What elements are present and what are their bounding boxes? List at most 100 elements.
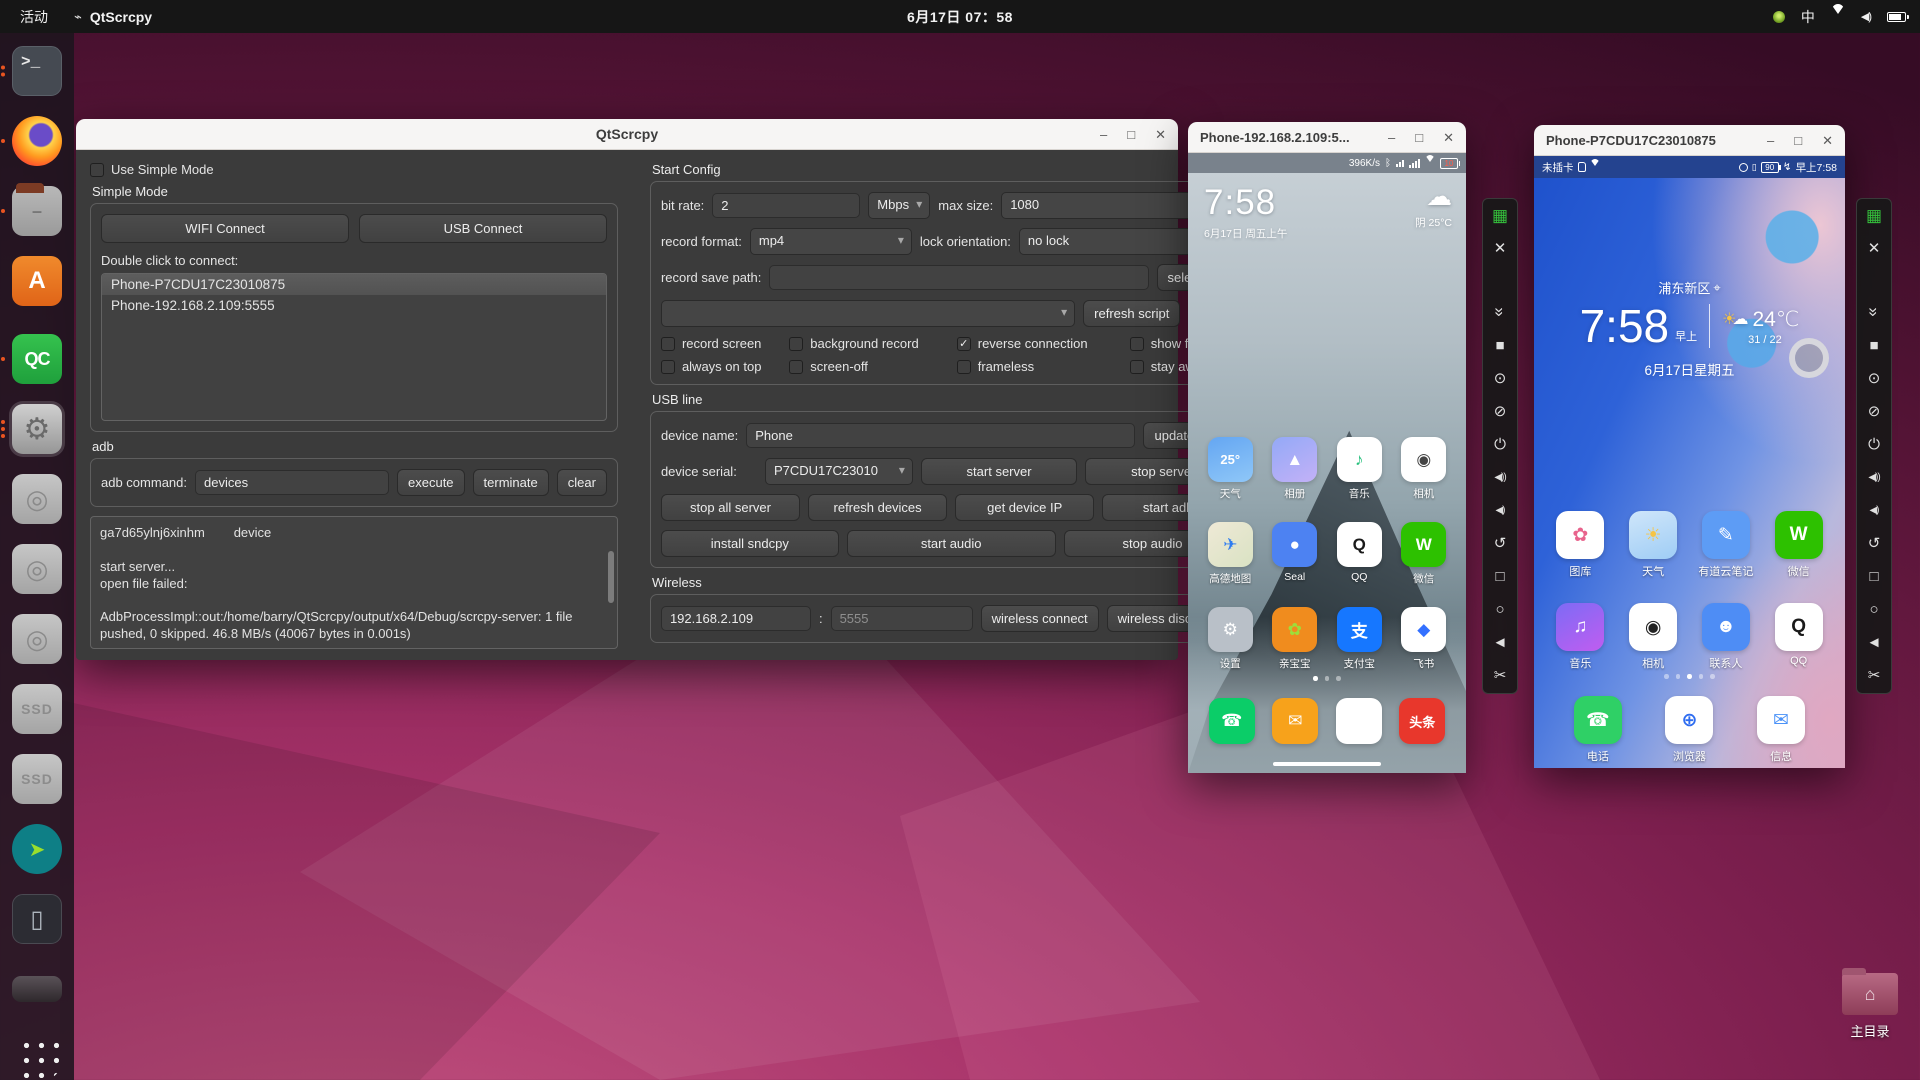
show-screen-icon[interactable]: ⊙	[1868, 371, 1881, 387]
background record[interactable]: background record	[789, 336, 956, 351]
activities-button[interactable]: 活动	[20, 7, 48, 27]
volume-down-icon[interactable]: ◀)	[1869, 503, 1879, 519]
checkbox-box[interactable]	[1129, 336, 1144, 351]
device-list[interactable]: Phone-P7CDU17C23010875 Phone-192.168.2.1…	[101, 273, 607, 421]
stop-all-server-button[interactable]: stop all server	[660, 494, 801, 521]
script-select[interactable]	[660, 300, 1076, 327]
screenshot-icon[interactable]: ✂	[1494, 668, 1507, 684]
device-list-item[interactable]: Phone-P7CDU17C23010875	[102, 274, 606, 295]
dock-qtcreator[interactable]: QC	[1, 331, 65, 387]
expand-more-icon[interactable]: »	[1491, 304, 1510, 321]
record-save-path-input[interactable]	[769, 265, 1149, 290]
rotate-screen-icon[interactable]: ↺	[1494, 536, 1507, 552]
minimize-button[interactable]: –	[1098, 126, 1109, 143]
settings-app[interactable]: ⚙ 设置	[1202, 607, 1258, 671]
dock-firefox[interactable]	[1, 113, 65, 169]
execute-button[interactable]: execute	[397, 469, 465, 496]
messages-app[interactable]: ✉	[1267, 698, 1323, 744]
dock-disk-1[interactable]: ◎	[9, 471, 65, 527]
phone-app[interactable]: ☎ 电话	[1570, 696, 1626, 764]
get-device-ip-button[interactable]: get device IP	[955, 494, 1095, 521]
app-switch-icon[interactable]: □	[1495, 569, 1504, 585]
back-icon[interactable]: ◄	[1867, 635, 1882, 651]
wechat-app[interactable]: W 微信	[1396, 522, 1452, 586]
maximize-button[interactable]: □	[1125, 126, 1137, 143]
home-indicator-bar[interactable]	[1273, 762, 1381, 766]
volume-up-icon[interactable]: ◀))	[1868, 470, 1880, 486]
chrome-beta-app[interactable]	[1331, 698, 1387, 744]
checkbox-box[interactable]	[1129, 359, 1144, 374]
weather-app[interactable]: 25° 天气	[1202, 437, 1258, 501]
checkbox-box[interactable]	[660, 359, 675, 374]
home-folder-shortcut[interactable]: ⌂ 主目录	[1822, 968, 1918, 1040]
music-app[interactable]: ♫ 音乐	[1552, 603, 1608, 671]
reverse connection[interactable]: reverse connection	[956, 336, 1130, 351]
use-simple-mode-checkbox[interactable]: Use Simple Mode	[90, 162, 618, 177]
dock-terminal[interactable]: >_	[1, 43, 65, 99]
camera-app[interactable]: ◉ 相机	[1625, 603, 1681, 671]
dock-ubuntu-software[interactable]: A	[9, 253, 65, 309]
checkbox-box[interactable]	[789, 336, 804, 351]
frameless[interactable]: frameless	[956, 359, 1130, 374]
group-control-icon[interactable]: ▦	[1492, 207, 1508, 224]
dock-disk-3[interactable]: ◎	[9, 611, 65, 667]
bit-rate-input[interactable]	[712, 193, 861, 218]
power-icon[interactable]: ⏻	[1868, 437, 1880, 453]
record-format-select[interactable]: mp4	[749, 228, 912, 255]
power-icon[interactable]: ⏻	[1494, 437, 1506, 453]
alipay-app[interactable]: 支 支付宝	[1331, 607, 1387, 671]
volume-down-icon[interactable]: ◀)	[1495, 503, 1505, 519]
dock-files[interactable]: –	[1, 183, 65, 239]
show-screen-icon[interactable]: ⊙	[1494, 371, 1507, 387]
phone-app[interactable]: ☎	[1204, 698, 1260, 744]
youdao-note-app[interactable]: ✎ 有道云笔记	[1698, 511, 1754, 579]
weather-widget[interactable]: ☁ 阴 25°C	[1415, 183, 1452, 230]
screenshot-icon[interactable]: ✂	[1868, 668, 1881, 684]
screen-share-indicator-icon[interactable]	[1772, 10, 1785, 23]
qq-app[interactable]: Q QQ	[1771, 603, 1827, 671]
feishu-app[interactable]: ◆ 飞书	[1396, 607, 1452, 671]
start-audio-button[interactable]: start audio	[846, 530, 1056, 557]
qq-app[interactable]: Q QQ	[1331, 522, 1387, 586]
gallery-app[interactable]: ✿ 图库	[1552, 511, 1608, 579]
qinbaobao-app[interactable]: ✿ 亲宝宝	[1267, 607, 1323, 671]
screen-live-icon[interactable]: ■	[1495, 338, 1504, 354]
wireless-port-input[interactable]	[830, 606, 973, 631]
wireless-connect-button[interactable]: wireless connect	[980, 605, 1099, 632]
hide-screen-icon[interactable]: ⊘	[1868, 404, 1881, 420]
maximize-button[interactable]: □	[1792, 132, 1804, 149]
dock-ssd-1[interactable]: SSD	[9, 681, 65, 737]
phone1-titlebar[interactable]: Phone-192.168.2.109:5... – □ ✕	[1188, 122, 1466, 153]
dock-disk-2[interactable]: ◎	[9, 541, 65, 597]
assistive-ball[interactable]	[1789, 338, 1829, 378]
fullscreen-icon[interactable]: ✕	[1494, 241, 1507, 257]
device-serial-select[interactable]: P7CDU17C23010	[764, 458, 913, 485]
maximize-button[interactable]: □	[1413, 129, 1425, 146]
home-icon[interactable]: ○	[1869, 602, 1878, 618]
always on top[interactable]: always on top	[660, 359, 789, 374]
wireless-ip-input[interactable]	[660, 606, 811, 631]
phone2-screen[interactable]: 浦东新区 ⌖ 7:58 早上 ☀ ☁ 24℃ 31 / 22 6月17日星期五	[1534, 178, 1845, 768]
music-app[interactable]: ♪ 音乐	[1331, 437, 1387, 501]
wechat-app[interactable]: W 微信	[1771, 511, 1827, 579]
dock-settings[interactable]: ⚙	[1, 401, 65, 457]
wifi-icon[interactable]	[1830, 4, 1845, 21]
phone1-screen[interactable]: 7:58 6月17日 周五上午 ☁ 阴 25°C 25° 天气 ▲ 相册 ♪ 音…	[1188, 173, 1466, 773]
close-button[interactable]: ✕	[1153, 126, 1168, 143]
focused-app-menu[interactable]: ⌁ QtScrcpy	[74, 9, 152, 25]
gallery-app[interactable]: ▲ 相册	[1267, 437, 1323, 501]
back-icon[interactable]: ◄	[1493, 635, 1508, 651]
clock-widget[interactable]: 7:58 6月17日 周五上午	[1204, 184, 1287, 241]
app-switch-icon[interactable]: □	[1869, 569, 1878, 585]
dock-ssd-2[interactable]: SSD	[9, 751, 65, 807]
phone2-titlebar[interactable]: Phone-P7CDU17C23010875 – □ ✕	[1534, 125, 1845, 156]
volume-up-icon[interactable]: ◀))	[1494, 470, 1506, 486]
close-button[interactable]: ✕	[1441, 129, 1456, 146]
dock-show-applications[interactable]	[12, 1031, 62, 1080]
checkbox-box[interactable]	[956, 336, 971, 351]
terminate-button[interactable]: terminate	[472, 469, 549, 496]
contacts-app[interactable]: ☻ 联系人	[1698, 603, 1754, 671]
device-name-input[interactable]	[746, 423, 1136, 448]
checkbox-box[interactable]	[956, 359, 971, 374]
start-server-button[interactable]: start server	[920, 458, 1078, 485]
